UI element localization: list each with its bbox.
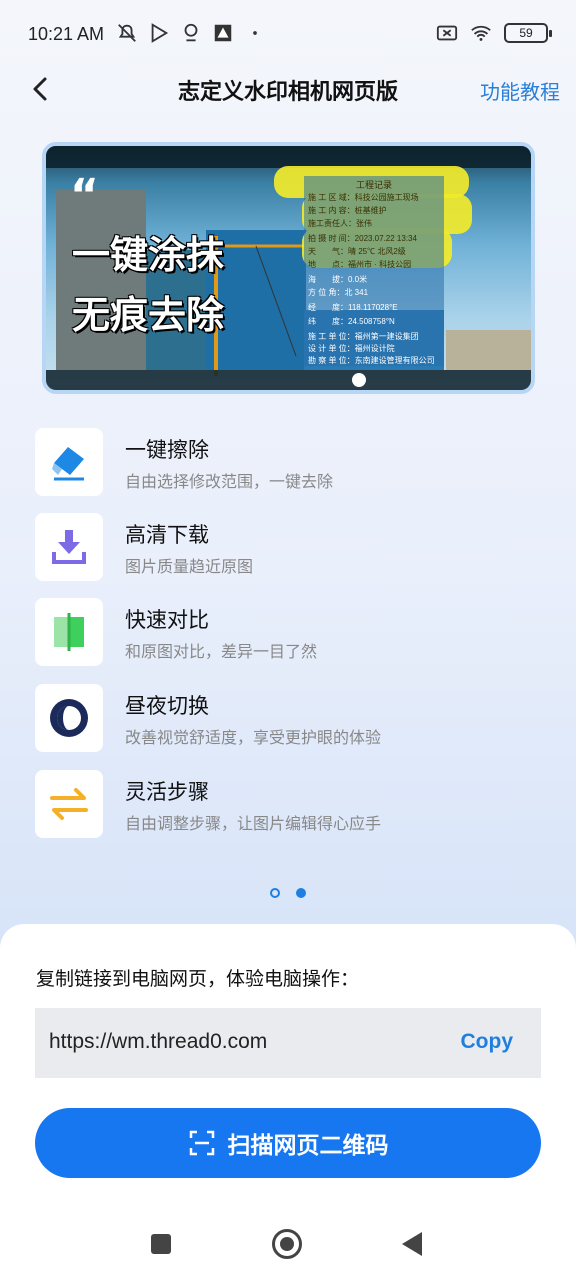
banner-play-icon	[352, 373, 366, 387]
watermark-title: 工程记录	[355, 181, 392, 191]
feature-erase[interactable]: 一键擦除 自由选择修改范围，一键去除	[35, 428, 555, 496]
pager-dots	[0, 888, 576, 898]
watermark-row: 地 点：福州市 · 科技公园	[308, 260, 412, 269]
status-time: 10:21 AM	[28, 24, 105, 44]
feature-title: 灵活步骤	[125, 780, 209, 804]
wifi-icon	[471, 25, 491, 41]
copy-button[interactable]: Copy	[461, 1030, 514, 1054]
feature-desc: 自由选择修改范围，一键去除	[125, 472, 334, 491]
location-icon	[184, 23, 198, 42]
battery-icon: 59	[504, 23, 552, 43]
swap-arrows-icon	[50, 788, 88, 820]
feature-icon-box	[35, 684, 103, 752]
feature-day-night[interactable]: 昼夜切换 改善视觉舒适度，享受更护眼的体验	[35, 684, 555, 752]
dot-icon	[253, 31, 257, 35]
compare-icon	[54, 613, 84, 651]
feature-title: 高清下载	[125, 523, 209, 547]
scan-qr-button[interactable]: 扫描网页二维码	[35, 1108, 541, 1178]
feature-desc: 自由调整步骤，让图片编辑得心应手	[125, 814, 382, 833]
app-icon	[214, 24, 232, 42]
feature-title: 昼夜切换	[125, 694, 209, 718]
eraser-icon	[52, 447, 84, 481]
sheet-prompt: 复制链接到电脑网页，体验电脑操作：	[36, 968, 360, 990]
banner-topbar	[46, 146, 531, 168]
building-image	[446, 330, 531, 370]
watermark-row: 方 位 角：北 341	[308, 288, 369, 297]
feature-icon-box	[35, 428, 103, 496]
watermark-row: 施 工 单 位：福州第一建设集团	[308, 332, 419, 341]
play-icon	[151, 23, 169, 43]
status-bar: 10:21 AM 59	[0, 0, 576, 70]
feature-desc: 和原图对比，差异一目了然	[125, 642, 318, 661]
sim-off-icon	[436, 25, 458, 41]
url-box: https://wm.thread0.com Copy	[35, 1008, 541, 1078]
quote-mark: “	[70, 170, 99, 221]
watermark-row: 经 度：118.117028°E	[308, 303, 398, 312]
watermark-panel: 工程记录 施 工 区 域：科技公园施工现场 施 工 内 容：桩基维护 施工责任人…	[304, 176, 444, 366]
feature-flexible-steps[interactable]: 灵活步骤 自由调整步骤，让图片编辑得心应手	[35, 770, 555, 838]
pager-dot[interactable]	[270, 888, 280, 898]
tutorial-link[interactable]: 功能教程	[480, 76, 560, 105]
nav-back-icon[interactable]	[402, 1232, 422, 1256]
watermark-row: 天 气：晴 25℃ 北风2级	[308, 247, 406, 256]
feature-icon-box	[35, 598, 103, 666]
watermark-row: 纬 度：24.508758°N	[308, 317, 395, 326]
scan-label: 扫描网页二维码	[227, 1133, 389, 1159]
feature-compare[interactable]: 快速对比 和原图对比，差异一目了然	[35, 598, 555, 666]
feature-title: 快速对比	[125, 608, 209, 632]
watermark-row: 施 工 区 域：科技公园施工现场	[308, 193, 419, 202]
watermark-row: 施工责任人：张伟	[308, 219, 372, 228]
watermark-row: 拍 摄 时 间：2023.07.22 13:34	[308, 234, 417, 243]
url-text: https://wm.thread0.com	[49, 1030, 268, 1053]
status-icons-left	[116, 22, 266, 44]
feature-desc: 改善视觉舒适度，享受更护眼的体验	[125, 728, 382, 747]
feature-icon-box	[35, 513, 103, 581]
mute-icon	[118, 24, 136, 42]
feature-icon-box	[35, 770, 103, 838]
scan-icon	[189, 1130, 214, 1156]
system-navbar	[0, 1220, 576, 1270]
pager-dot-active[interactable]	[296, 888, 306, 898]
home-icon[interactable]	[272, 1229, 302, 1259]
banner-headline-1: 一键涂抹	[72, 233, 225, 277]
recents-icon[interactable]	[151, 1234, 171, 1254]
watermark-row: 设 计 单 位：福州设计院	[308, 344, 395, 353]
watermark-row: 施 工 内 容：桩基维护	[308, 206, 387, 215]
banner-toolbar	[46, 370, 531, 390]
status-icons-right: 59	[436, 22, 552, 44]
header: 志定义水印相机网页版 功能教程	[0, 62, 576, 116]
banner-headline-2: 无痕去除	[72, 293, 225, 337]
download-icon	[52, 530, 86, 564]
feature-title: 一键擦除	[125, 438, 209, 462]
watermark-row: 海 拔：0.0米	[308, 275, 368, 284]
feature-download[interactable]: 高清下载 图片质量趋近原图	[35, 513, 555, 581]
day-night-icon	[50, 699, 88, 737]
watermark-row: 勘 察 单 位：东南建设管理有限公司	[308, 356, 435, 365]
feature-desc: 图片质量趋近原图	[125, 557, 254, 576]
banner-carousel[interactable]: “ 一键涂抹 无痕去除 工程记录 施 工 区 域：科技公园施工现场 施 工 内 …	[42, 142, 535, 394]
